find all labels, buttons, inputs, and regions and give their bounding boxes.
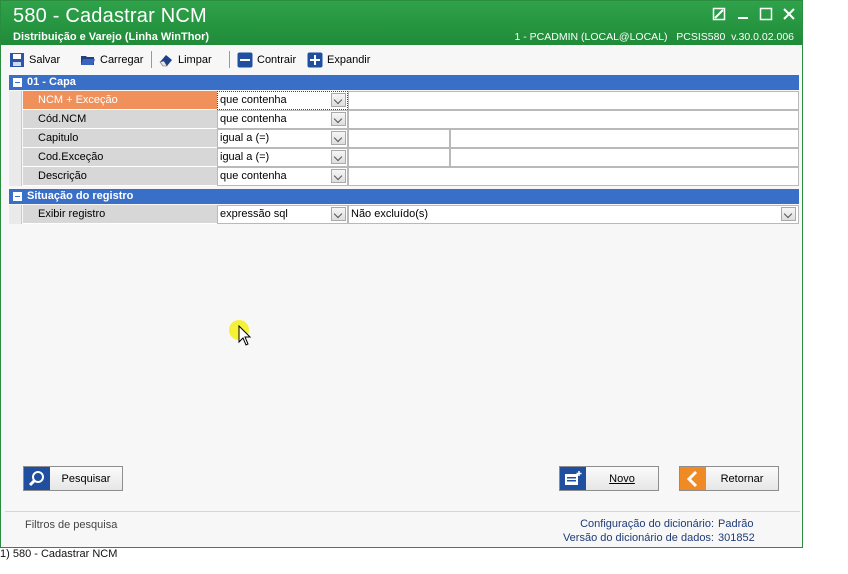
collapse-section-icon[interactable] xyxy=(13,78,22,87)
value-input[interactable] xyxy=(348,167,799,186)
operator-value: igual a (=) xyxy=(220,151,270,163)
clear-button[interactable]: Limpar xyxy=(158,50,212,70)
main-window: 580 - Cadastrar NCM Distribuição e Varej… xyxy=(0,0,803,548)
value-input-to[interactable] xyxy=(450,129,799,148)
save-label: Salvar xyxy=(29,54,61,66)
filter-row-capitulo: Capitulo igual a (=) xyxy=(9,129,799,148)
operator-value: que contenha xyxy=(220,170,287,182)
chevron-down-icon[interactable] xyxy=(331,169,346,183)
operator-value: que contenha xyxy=(220,94,287,106)
dictionary-config-label: Configuração do dicionário: xyxy=(580,518,714,530)
back-arrow-icon xyxy=(680,467,706,490)
dictionary-version-label: Versão do dicionário de dados: xyxy=(562,532,714,544)
return-label: Retornar xyxy=(720,472,764,485)
collapse-section-icon[interactable] xyxy=(13,192,22,201)
floppy-disk-icon xyxy=(9,52,25,68)
operator-select[interactable]: igual a (=) xyxy=(217,148,348,167)
plus-square-icon xyxy=(307,52,323,68)
chevron-down-icon[interactable] xyxy=(331,131,346,145)
filter-row-cod-ncm: Cód.NCM que contenha xyxy=(9,110,799,129)
row-gutter xyxy=(9,167,22,186)
record-status-value: Não excluído(s) xyxy=(351,208,429,220)
restore-icon[interactable] xyxy=(711,7,727,23)
value-input[interactable] xyxy=(348,91,799,110)
maximize-icon[interactable] xyxy=(758,7,774,23)
new-label: Novo xyxy=(609,472,635,485)
section-header-situacao[interactable]: Situação do registro xyxy=(9,189,799,204)
taskbar-item[interactable]: 1) 580 - Cadastrar NCM xyxy=(0,548,117,560)
row-label: Cód.NCM xyxy=(23,110,217,129)
operator-value: igual a (=) xyxy=(220,132,270,144)
operator-select[interactable]: que contenha xyxy=(217,167,348,186)
row-label: Exibir registro xyxy=(23,205,217,224)
operator-select[interactable]: que contenha xyxy=(217,110,348,129)
row-label: Capitulo xyxy=(23,129,217,148)
operator-select[interactable]: expressão sql xyxy=(217,205,348,224)
mouse-pointer-icon xyxy=(238,325,252,346)
toolbar-separator xyxy=(151,51,152,68)
value-input-to[interactable] xyxy=(450,148,799,167)
chevron-down-icon[interactable] xyxy=(331,93,346,107)
search-label: Pesquisar xyxy=(61,472,111,485)
load-button[interactable]: Carregar xyxy=(80,50,143,70)
search-filters-label: Filtros de pesquisa xyxy=(25,519,118,531)
expand-button[interactable]: Expandir xyxy=(307,50,370,70)
close-icon[interactable] xyxy=(781,7,797,23)
clear-label: Limpar xyxy=(178,54,212,66)
magnifier-icon xyxy=(24,467,50,490)
filter-row-descricao: Descrição que contenha xyxy=(9,167,799,186)
operator-value: que contenha xyxy=(220,113,287,125)
value-input[interactable] xyxy=(348,110,799,129)
toolbar-separator xyxy=(229,51,230,68)
section-header-capa[interactable]: 01 - Capa xyxy=(9,75,799,90)
row-gutter xyxy=(9,91,22,110)
title-bar: 580 - Cadastrar NCM Distribuição e Varej… xyxy=(1,1,802,45)
eraser-icon xyxy=(158,52,174,68)
chevron-down-icon[interactable] xyxy=(781,207,796,221)
search-button[interactable]: Pesquisar xyxy=(23,466,123,491)
filter-row-exibir-registro: Exibir registro expressão sql Não excluí… xyxy=(9,205,799,224)
row-gutter xyxy=(9,129,22,148)
row-label: Cod.Exceção xyxy=(23,148,217,167)
return-button[interactable]: Retornar xyxy=(679,466,779,491)
dictionary-config-value: Padrão xyxy=(718,518,754,530)
expand-label: Expandir xyxy=(327,54,371,66)
value-input-from[interactable] xyxy=(348,129,450,148)
dictionary-version-value: 301852 xyxy=(718,532,755,544)
window-title: 580 - Cadastrar NCM xyxy=(13,5,207,27)
section-title: Situação do registro xyxy=(27,190,134,202)
operator-value: expressão sql xyxy=(220,208,288,220)
load-label: Carregar xyxy=(100,54,144,66)
filter-row-ncm-excecao: NCM + Exceção que contenha xyxy=(9,91,799,110)
session-info: 1 - PCADMIN (LOCAL@LOCAL) PCSIS580 v.30.… xyxy=(514,31,795,43)
window-subtitle: Distribuição e Varejo (Linha WinThor) xyxy=(13,31,210,43)
row-gutter xyxy=(9,110,22,129)
operator-select[interactable]: igual a (=) xyxy=(217,129,348,148)
value-input-from[interactable] xyxy=(348,148,450,167)
collapse-button[interactable]: Contrair xyxy=(237,50,296,70)
toolbar: Salvar Carregar Limpar Contrair Expandir xyxy=(5,48,800,72)
collapse-label: Contrair xyxy=(257,54,297,66)
row-label: NCM + Exceção xyxy=(23,91,217,110)
record-status-select[interactable]: Não excluído(s) xyxy=(348,205,799,224)
minimize-icon[interactable] xyxy=(735,7,751,23)
open-folder-icon xyxy=(80,52,96,68)
chevron-down-icon[interactable] xyxy=(331,207,346,221)
filter-row-cod-excecao: Cod.Exceção igual a (=) xyxy=(9,148,799,167)
save-button[interactable]: Salvar xyxy=(9,50,60,70)
status-bar: Filtros de pesquisa Configuração do dici… xyxy=(5,511,800,546)
row-gutter xyxy=(9,148,22,167)
operator-select[interactable]: que contenha xyxy=(217,91,348,110)
row-label: Descrição xyxy=(23,167,217,186)
minus-square-icon xyxy=(237,52,253,68)
chevron-down-icon[interactable] xyxy=(331,112,346,126)
new-button[interactable]: Novo xyxy=(559,466,659,491)
new-document-icon xyxy=(560,467,586,490)
row-gutter xyxy=(9,205,22,224)
chevron-down-icon[interactable] xyxy=(331,150,346,164)
section-title: 01 - Capa xyxy=(27,76,76,88)
